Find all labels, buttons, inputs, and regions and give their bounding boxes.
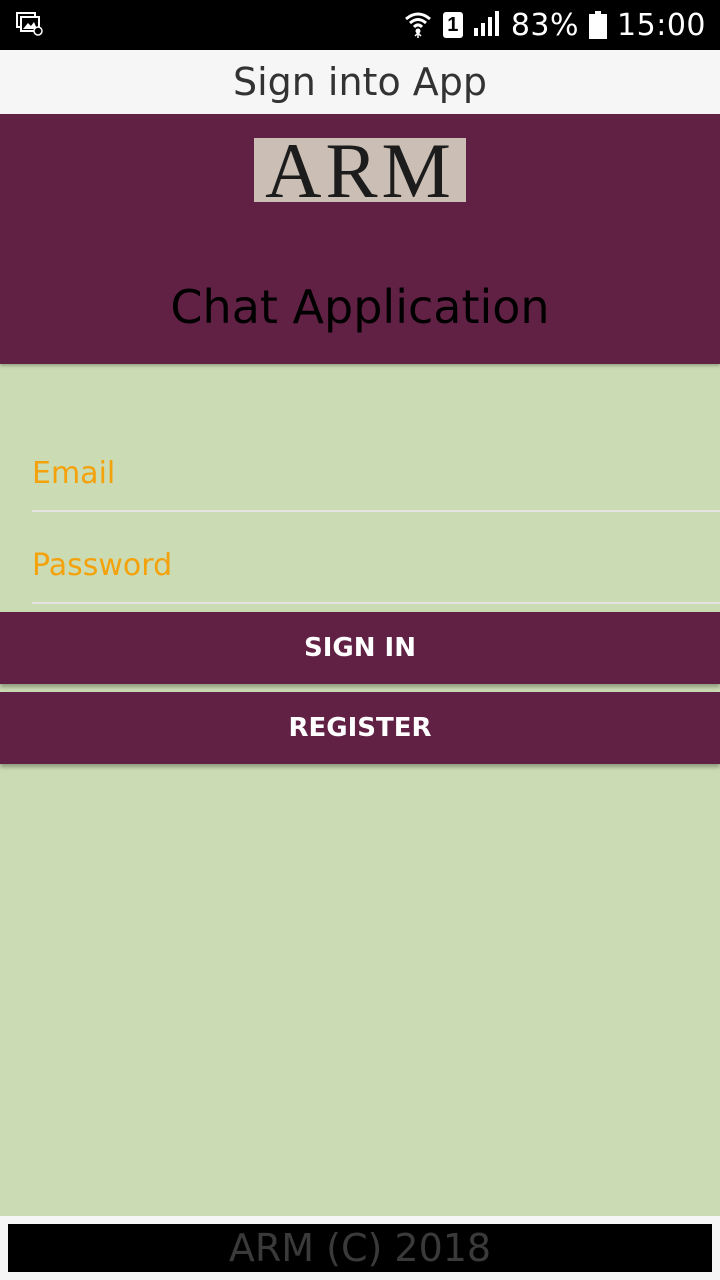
logo-text: ARM	[265, 138, 455, 202]
battery-icon	[589, 11, 608, 39]
arm-logo: ARM	[254, 138, 466, 202]
register-button[interactable]: REGISTER	[0, 692, 720, 764]
email-field[interactable]	[32, 436, 720, 510]
footer-container: ARM (C) 2018	[0, 1216, 720, 1280]
action-bar: Sign into App	[0, 50, 720, 114]
battery-percent: 83%	[510, 7, 580, 43]
footer-copyright: ARM (C) 2018	[228, 1226, 492, 1270]
sim-icon: 1	[442, 12, 463, 38]
sign-in-button[interactable]: SIGN IN	[0, 612, 720, 684]
password-field-container	[32, 528, 720, 604]
password-field[interactable]	[32, 528, 720, 602]
page-title: Sign into App	[232, 60, 488, 104]
signal-icon	[473, 10, 501, 41]
notification-gallery-icon	[16, 12, 44, 41]
status-bar: 1 83% 15:00	[0, 0, 720, 50]
footer: ARM (C) 2018	[8, 1224, 712, 1272]
clock: 15:00	[617, 7, 706, 43]
app-header: ARM Chat Application	[0, 114, 720, 364]
email-field-container	[32, 436, 720, 512]
app-title: Chat Application	[170, 280, 550, 334]
wifi-icon	[403, 8, 433, 43]
